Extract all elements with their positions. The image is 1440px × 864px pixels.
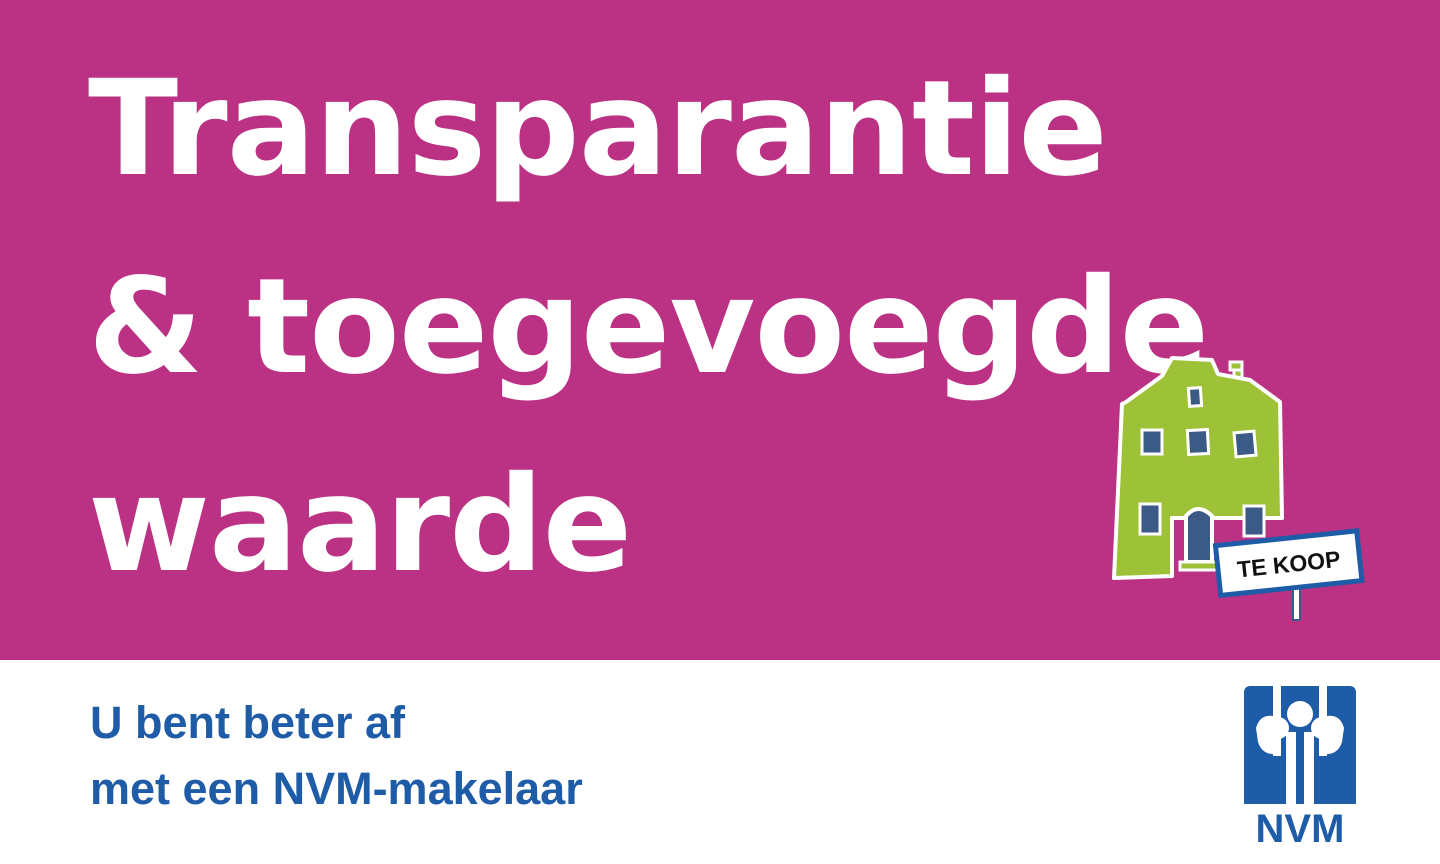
nvm-logo-text: NVM: [1256, 807, 1345, 850]
headline-line-3: waarde: [88, 448, 632, 602]
headline: Transparantie & toegevoegde waarde: [88, 30, 1209, 624]
tagline-line-2: met een NVM-makelaar: [90, 763, 583, 814]
house-illustration: TE KOOP: [1112, 356, 1365, 621]
nvm-logo-icon[interactable]: NVM: [1238, 680, 1362, 850]
tagline: U bent beter af met een NVM-makelaar: [90, 690, 583, 822]
hero-banner: Transparantie & toegevoegde waarde TE KO…: [0, 0, 1440, 660]
tagline-line-1: U bent beter af: [90, 697, 406, 748]
headline-line-2: & toegevoegde: [88, 250, 1209, 404]
headline-line-1: Transparantie: [88, 52, 1108, 206]
footer-bar: U bent beter af met een NVM-makelaar NVM: [0, 660, 1440, 864]
